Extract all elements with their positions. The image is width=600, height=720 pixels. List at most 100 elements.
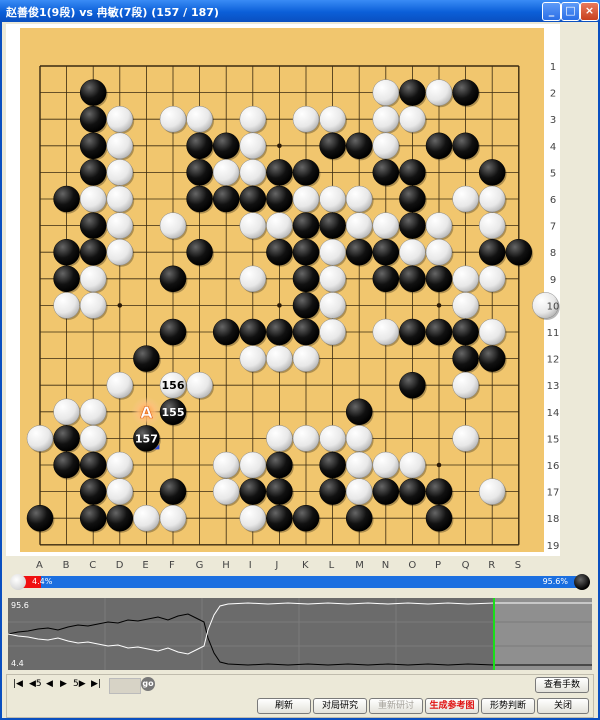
column-label: R [488,560,496,571]
minimize-button[interactable]: _ [542,2,561,21]
white-stone [106,451,134,479]
row-label: 3 [550,115,556,126]
black-stone [79,159,107,186]
black-stone [53,185,80,213]
study-button[interactable]: 对局研究 [313,698,367,714]
back-1-button[interactable]: ◀ [46,679,53,689]
black-stone [79,504,107,532]
white-stone [452,425,479,452]
black-stone [292,159,320,186]
column-label: O [408,560,417,571]
black-stone [319,451,346,479]
black-stone [79,451,107,479]
move-number-label: 157 [135,432,158,445]
column-label: A [36,560,43,571]
candidate-label[interactable]: A [140,402,154,422]
black-stone [292,292,320,319]
row-label: 4 [550,142,556,153]
white-stone [399,105,426,133]
white-stone [478,265,506,293]
black-stone [53,451,80,479]
graph-top-label: 95.6 [11,601,29,610]
white-stone [239,504,267,532]
star-point [277,143,282,149]
white-stone [425,238,453,266]
back-5-button[interactable]: ◀5 [29,679,42,689]
forward-1-button[interactable]: ▶ [60,679,67,689]
white-stone [53,292,80,319]
go-button[interactable]: go [141,677,155,691]
column-label: S [514,560,522,571]
go-board[interactable]: 156155157A 12345678910111213141516171819 [6,24,560,556]
black-stone [345,398,373,426]
move-number-label: 156 [162,379,185,392]
white-stone [79,265,107,293]
white-stone [425,79,453,106]
white-stone [319,185,346,213]
board-panel: 156 155 157 A 1 2 3 4 5 6 7 8 9 10 11 12 13 14 15 16 17 18 19 [6,24,560,556]
white-stone [425,212,453,239]
black-stone [478,238,506,266]
black-winrate-fill [40,576,580,588]
white-stone [159,212,187,239]
black-stone [372,159,400,186]
white-stone [239,345,267,372]
close-window-button[interactable]: × [580,2,599,21]
row-label: 8 [550,248,556,259]
black-stone [53,265,80,293]
black-stone [186,159,213,186]
close-button[interactable]: 关闭 [537,698,589,714]
black-stone [239,478,267,505]
refresh-button[interactable]: 刷新 [257,698,311,714]
black-stone [106,504,134,532]
white-stone [319,318,346,346]
white-stone [159,105,187,133]
move-number-input[interactable] [109,678,141,694]
black-stone [266,478,293,505]
row-label: 18 [547,514,560,525]
judge-position-button[interactable]: 形势判断 [481,698,535,714]
black-stone [79,478,107,505]
black-stone [399,318,426,346]
last-move-button[interactable]: ▶| [91,679,101,689]
white-stone [79,425,107,452]
black-stone [452,345,479,372]
black-stone [292,212,320,239]
white-stone [106,478,134,505]
row-label: 10 [547,301,560,312]
black-stone [159,265,187,293]
black-stone [212,132,240,160]
column-label: J [275,560,279,571]
winrate-graph[interactable]: 95.6 4.4 [7,598,592,670]
white-stone [239,451,267,479]
white-stone [266,212,293,239]
forward-5-button[interactable]: 5▶ [73,679,86,689]
black-stone [186,185,213,213]
black-stone [372,265,400,293]
control-panel: |◀ ◀5 ◀ ▶ 5▶ ▶| go 查看手数 刷新 对局研究 重新研讨 生成参… [6,674,594,718]
white-stone [239,265,267,293]
white-stone [319,238,346,266]
column-label: P [435,560,442,571]
black-stone [79,79,107,106]
white-stone [186,371,213,399]
black-stone [478,345,506,372]
white-stone [372,79,400,106]
star-point [436,303,442,308]
black-stone-icon [574,574,590,590]
first-move-button[interactable]: |◀ [13,679,23,689]
white-stone [292,425,320,452]
coordinate-labels: 12345678910111213141516171819 [547,62,560,552]
black-stone [79,132,107,160]
column-label: N [381,560,390,571]
black-stone [425,265,453,293]
view-moves-button[interactable]: 查看手数 [535,677,589,693]
black-stone [212,318,240,346]
black-stone [79,238,107,266]
white-stone [452,371,479,399]
column-label: I [248,560,252,571]
maximize-button[interactable]: □ [561,2,580,21]
white-stone [79,185,107,213]
generate-reference-button[interactable]: 生成参考图 [425,698,479,714]
row-label: 5 [550,168,556,179]
